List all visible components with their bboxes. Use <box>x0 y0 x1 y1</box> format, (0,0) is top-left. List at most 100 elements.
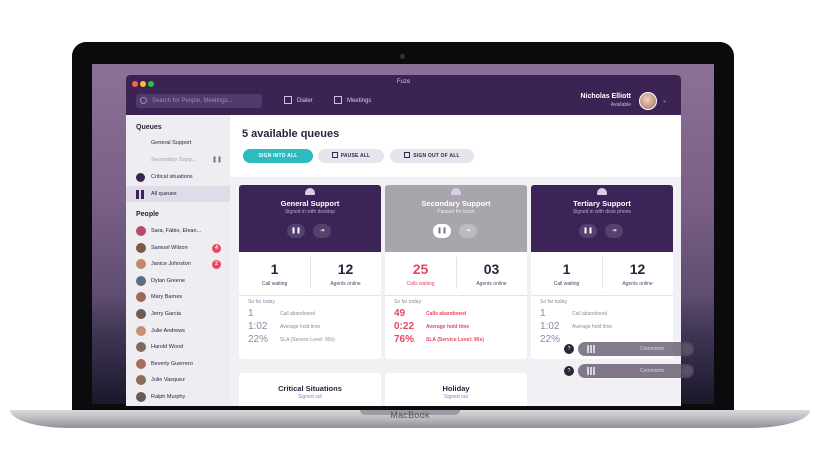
sign-out-button[interactable]: ⇥ <box>605 224 623 238</box>
pause-button[interactable]: ❚❚ <box>579 224 597 238</box>
person-name: Julie Vasquez <box>151 377 185 384</box>
so-far-today-label: So far today <box>248 299 275 305</box>
pause-button[interactable]: ❚❚ <box>287 224 305 238</box>
agents-online-label: Agents online <box>476 281 507 287</box>
so-far-today-label: So far today <box>540 299 567 305</box>
sidebar-person-item[interactable]: Sara, Fábio, Elean... <box>126 223 230 239</box>
calendar-icon <box>334 96 342 105</box>
stat-value: 1 <box>540 308 546 319</box>
queue-status: Signed out <box>444 394 468 400</box>
agents-online-count: 12 <box>629 261 646 277</box>
camera-icon <box>400 54 405 59</box>
avatar <box>136 275 146 286</box>
queue-status: Signed in with desk phone <box>572 209 632 215</box>
pause-button[interactable]: ❚❚ <box>433 224 451 238</box>
toggle-knob[interactable] <box>682 344 692 354</box>
avatar <box>136 375 146 386</box>
nav-meetings[interactable]: Meetings <box>334 95 371 107</box>
comment-marker[interactable]: ? <box>564 344 574 354</box>
sidebar-person-item[interactable]: Mary Barnes <box>126 289 230 305</box>
stat-row: 22% SLA (Service Level: 90s) <box>248 334 378 347</box>
sidebar-person-item[interactable]: Ralph Murphy <box>126 389 230 405</box>
stat-row: 49 Calls abandoned <box>394 308 524 321</box>
stat-row: 1 Call abandoned <box>540 308 670 321</box>
queue-card[interactable]: General Support Signed in with desktop ❚❚ ⇥… <box>239 185 381 359</box>
avatar <box>136 325 146 336</box>
queue-status: Signed out <box>298 394 322 400</box>
agents-online-count: 12 <box>337 261 354 277</box>
sidebar-person-item[interactable]: Jerry Garcia <box>126 306 230 322</box>
stat-value: 49 <box>394 308 406 319</box>
stat-label: Average hold time <box>572 324 613 330</box>
nav-meetings-label: Meetings <box>347 98 372 104</box>
sidebar-item-label: Critical situations <box>151 174 193 180</box>
sign-out-all-label: SIGN OUT OF ALL <box>413 153 460 159</box>
sidebar-person-item[interactable]: Julie Andrews <box>126 323 230 339</box>
page-title: 5 available queues <box>242 128 340 140</box>
sidebar-person-item[interactable]: Janice Johnston 2 <box>126 256 230 272</box>
queue-card-header: General Support Signed in with desktop ❚❚ ⇥ <box>239 185 381 252</box>
avatar <box>136 226 146 236</box>
unread-badge: 4 <box>212 243 221 253</box>
person-name: Sara, Fábio, Elean... <box>151 228 202 234</box>
main-content: 5 available queues SIGN INTO ALL PAUSE A… <box>230 115 681 406</box>
stat-label: Average hold time <box>280 324 321 330</box>
sidebar-item-all-queues[interactable]: All queues <box>126 186 230 202</box>
comments-toolbar[interactable]: Comments <box>578 342 694 356</box>
pause-all-button[interactable]: PAUSE ALL <box>318 149 384 163</box>
search-placeholder: Search for People, Meetings... <box>152 98 233 104</box>
sidebar-person-item[interactable]: Samuel Wilson 4 <box>126 240 230 256</box>
stat-label: SLA (Service Level: 90s) <box>426 337 484 343</box>
comments-label: Comments <box>640 368 665 374</box>
stat-label: Average hold time <box>426 324 470 330</box>
stat-value: 1 <box>248 308 254 319</box>
phone-icon <box>451 188 461 195</box>
sidebar-person-item[interactable]: Julie Vasquez <box>126 372 230 388</box>
avatar <box>136 392 146 402</box>
sidebar: Queues General Support Secondary Supp...… <box>126 115 230 406</box>
queue-name: Critical Situations <box>278 384 342 393</box>
sidebar-item-general-support[interactable]: General Support <box>126 135 230 151</box>
people-heading: People <box>136 211 159 218</box>
divider <box>456 257 457 289</box>
avatar <box>136 342 146 353</box>
queue-name: General Support <box>280 199 340 208</box>
app-window: Fuze Search for People, Meetings... Dial… <box>126 75 681 406</box>
stat-row: 76% SLA (Service Level: 90s) <box>394 334 524 347</box>
stat-row: 0:22 Average hold time <box>394 321 524 334</box>
avatar <box>136 358 146 369</box>
avatar <box>136 259 146 270</box>
queue-card[interactable]: Secondary Support Paused for lunch ❚❚ ⇥ 25 03… <box>385 185 527 359</box>
queue-card-holiday[interactable]: Holiday Signed out <box>385 373 527 406</box>
sidebar-person-item[interactable]: Beverly Guerrero <box>126 356 230 372</box>
queue-name: Holiday <box>442 384 470 393</box>
comment-marker[interactable]: ? <box>564 366 574 376</box>
sign-out-icon <box>404 152 411 158</box>
sign-out-button[interactable]: ⇥ <box>313 224 331 238</box>
comments-toolbar[interactable]: Comments <box>578 364 694 378</box>
nav-dialer[interactable]: Dialer <box>284 95 313 107</box>
agents-online-label: Agents online <box>330 281 361 287</box>
stat-value: 1:02 <box>540 321 560 332</box>
queues-header: 5 available queues SIGN INTO ALL PAUSE A… <box>230 115 681 177</box>
divider <box>310 257 311 289</box>
sign-into-all-button[interactable]: SIGN INTO ALL <box>243 149 313 163</box>
toggle-knob[interactable] <box>682 366 692 376</box>
sidebar-item-secondary-support[interactable]: Secondary Supp... ❚❚ <box>126 152 230 168</box>
queue-name: Tertiary Support <box>573 199 631 208</box>
queue-card[interactable]: Tertiary Support Signed in with desk phon… <box>531 185 673 359</box>
search-input[interactable]: Search for People, Meetings... <box>136 94 262 108</box>
sign-out-of-all-button[interactable]: SIGN OUT OF ALL <box>390 149 474 163</box>
queue-name: Secondary Support <box>421 199 491 208</box>
queue-card-header: Secondary Support Paused for lunch ❚❚ ⇥ <box>385 185 527 252</box>
sidebar-person-item[interactable]: Harold Wood <box>126 339 230 355</box>
sidebar-item-label: All queues <box>151 191 177 197</box>
sidebar-person-item[interactable]: Dylan Greene <box>126 273 230 289</box>
sidebar-item-label: General Support <box>151 140 192 146</box>
queue-card-critical[interactable]: Critical Situations Signed out <box>239 373 381 406</box>
chevron-down-icon[interactable]: ⌄ <box>662 97 667 104</box>
avatar[interactable] <box>639 92 657 110</box>
calls-waiting-label: Call waiting <box>261 281 288 287</box>
sign-out-button[interactable]: ⇥ <box>459 224 477 238</box>
sidebar-item-critical-situations[interactable]: Critical situations <box>126 169 230 185</box>
